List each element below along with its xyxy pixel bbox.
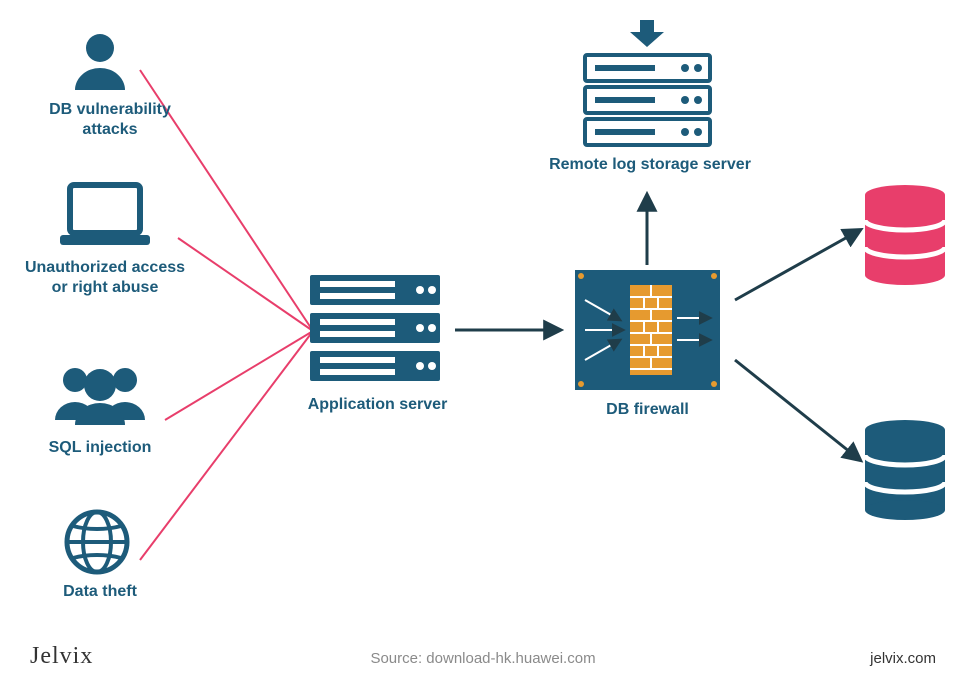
db-firewall-label: DB firewall bbox=[595, 400, 700, 420]
threat-label-1: Unauthorized accessor right abuse bbox=[10, 258, 200, 298]
database-red-icon bbox=[865, 185, 945, 285]
threat-label-3: Data theft bbox=[45, 582, 155, 602]
db-firewall-icon bbox=[575, 270, 720, 390]
app-server-label: Application server bbox=[300, 395, 455, 415]
laptop-icon bbox=[60, 185, 150, 245]
arrow-firewall-to-db-blue bbox=[735, 360, 860, 460]
diagram-canvas: DB vulnerabilityattacks Unauthorized acc… bbox=[0, 0, 966, 685]
group-icon bbox=[55, 368, 145, 425]
site-link[interactable]: jelvix.com bbox=[870, 650, 936, 667]
threat-label-0: DB vulnerabilityattacks bbox=[40, 100, 180, 140]
brand-logo: Jelvix bbox=[30, 643, 93, 670]
threat-label-2: SQL injection bbox=[35, 438, 165, 458]
threat-lines bbox=[140, 70, 313, 560]
person-icon bbox=[75, 34, 125, 90]
remote-log-label: Remote log storage server bbox=[540, 155, 760, 175]
source-text: Source: download-hk.huawei.com bbox=[370, 650, 595, 667]
arrow-firewall-to-db-red bbox=[735, 230, 860, 300]
database-blue-icon bbox=[865, 420, 945, 520]
globe-icon bbox=[67, 512, 127, 572]
remote-log-server-icon bbox=[585, 20, 710, 145]
application-server-icon bbox=[310, 275, 440, 381]
